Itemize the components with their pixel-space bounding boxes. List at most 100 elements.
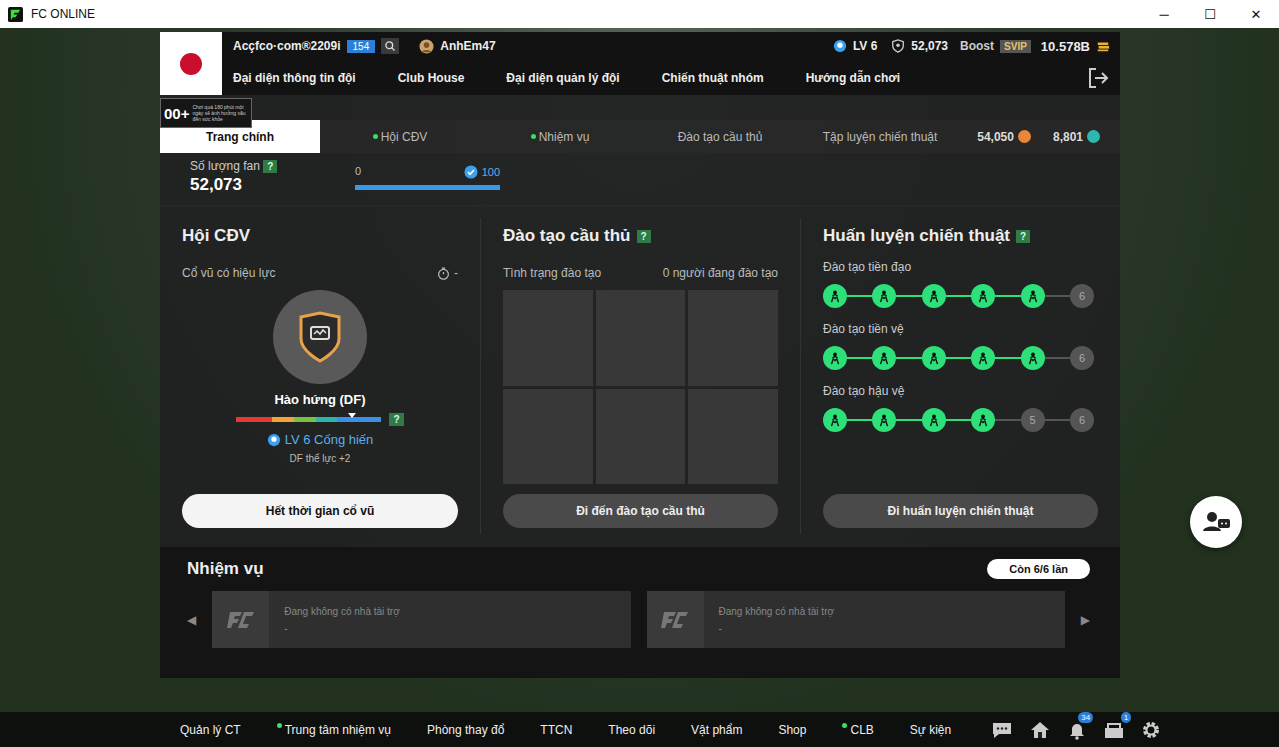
help-button[interactable]: ? [389, 413, 403, 426]
window-control-button[interactable]: ─ [1141, 7, 1187, 22]
tactic-track-label: Đào tạo tiền đạo [823, 260, 1098, 274]
training-status: 0 người đang đào tạo [663, 266, 778, 280]
training-slot[interactable] [596, 290, 686, 386]
chat-icon[interactable] [991, 720, 1013, 740]
bottom-nav: Quản lý CT Trung tâm nhiệm vụ Phòng thay đ… [0, 712, 1279, 747]
window-control-button[interactable]: ☐ [1187, 7, 1233, 22]
go-training-button[interactable]: Đi đến đào tạo cầu thủ [503, 494, 778, 528]
progress-track [355, 185, 500, 190]
inbox-icon [1103, 720, 1125, 740]
currency: 8,801 [1053, 130, 1100, 144]
training-slot[interactable] [596, 389, 686, 485]
club-panel: Acçfco·com®2209i 154 AnhEm47 LV 6 52,073… [160, 32, 1120, 678]
track-line [847, 419, 872, 421]
help-button[interactable]: ? [637, 230, 651, 243]
notifications-count: 34 [1078, 712, 1093, 723]
tactic-node-icon[interactable] [971, 346, 995, 370]
track-line [946, 419, 971, 421]
app-logo-icon [8, 7, 23, 22]
track-line [847, 295, 872, 297]
tab[interactable]: Nhiệm vụ [480, 120, 640, 153]
tactic-level-node[interactable]: 6 [1070, 284, 1094, 308]
progress-max: 100 [482, 166, 500, 178]
tab[interactable]: Hội CĐV [320, 120, 480, 153]
fan-count-value: 52,073 [190, 175, 355, 195]
header-menu-item[interactable]: Club House [398, 71, 465, 85]
tactic-node-icon[interactable] [1021, 284, 1045, 308]
prev-button[interactable]: ◀ [187, 613, 196, 627]
tactic-level-node[interactable]: 6 [1070, 408, 1094, 432]
tactic-node-icon[interactable] [823, 346, 847, 370]
bottom-nav-item[interactable]: Trung tâm nhiệm vụ [277, 723, 391, 737]
tactic-node-icon[interactable] [1021, 346, 1045, 370]
search-button[interactable] [381, 38, 399, 54]
gear-icon[interactable] [1141, 720, 1161, 740]
tactic-node-icon[interactable] [872, 408, 896, 432]
tactic-node-icon[interactable] [971, 284, 995, 308]
sponsor-card[interactable]: Đang không có nhà tài trợ - [212, 591, 630, 648]
bottom-nav-item[interactable]: TTCN [540, 723, 572, 737]
go-tactics-button[interactable]: Đi huấn luyện chiến thuật [823, 494, 1098, 528]
mail-button[interactable]: 1 [1103, 720, 1125, 740]
tab[interactable]: Đào tạo cầu thủ [640, 120, 800, 153]
title-bar: FC ONLINE ─☐✕ [0, 0, 1279, 28]
exit-icon[interactable] [1086, 66, 1110, 90]
cheer-badge-icon [273, 290, 367, 384]
training-slot[interactable] [688, 389, 778, 485]
tactic-node-icon[interactable] [922, 284, 946, 308]
column-title: Đào tạo cầu thủ ? [503, 226, 778, 246]
track-line [946, 295, 971, 297]
notifications-button[interactable]: 34 [1067, 720, 1087, 740]
tactic-level-node[interactable]: 6 [1070, 346, 1094, 370]
tactic-node-icon[interactable] [823, 284, 847, 308]
tactic-node-icon[interactable] [823, 408, 847, 432]
tactic-node-icon[interactable] [872, 346, 896, 370]
bottom-nav-item[interactable]: Quản lý CT [180, 723, 241, 737]
track-line [896, 357, 921, 359]
tactic-node-icon[interactable] [922, 408, 946, 432]
bottom-nav-item[interactable]: Vật phẩm [691, 723, 742, 737]
age-rating-badge: 00+ Chơi quá 180 phút một ngày sẽ ảnh hư… [160, 98, 252, 128]
tab[interactable]: Tập luyện chiến thuật [800, 120, 960, 153]
header-menu-item[interactable]: Đại diện thông tin đội [233, 71, 356, 85]
header-menu-item[interactable]: Đại diện quản lý đội [506, 71, 619, 85]
fan-level-icon [833, 39, 847, 53]
tactic-node-icon[interactable] [971, 408, 995, 432]
help-button[interactable]: ? [263, 160, 277, 173]
column-title: Hội CĐV [182, 226, 458, 246]
window-control-button[interactable]: ✕ [1233, 7, 1279, 22]
training-slot[interactable] [503, 290, 593, 386]
stadium-background: Acçfco·com®2209i 154 AnhEm47 LV 6 52,073… [0, 28, 1279, 747]
bottom-nav-item[interactable]: Shop [778, 723, 806, 737]
training-slot[interactable] [688, 290, 778, 386]
cheer-expired-button[interactable]: Hết thời gian cổ vũ [182, 494, 458, 528]
mood-meter [236, 417, 381, 422]
track-line [995, 295, 1020, 297]
tactic-node-icon[interactable] [922, 346, 946, 370]
tactic-level-node[interactable]: 5 [1021, 408, 1045, 432]
bottom-nav-item[interactable]: CLB [842, 723, 873, 737]
next-button[interactable]: ▶ [1081, 613, 1090, 627]
help-button[interactable]: ? [1016, 230, 1030, 243]
japan-flag-icon [160, 32, 222, 95]
tactic-track: Đào tạo tiền vệ 6 [823, 322, 1098, 370]
header: Acçfco·com®2209i 154 AnhEm47 LV 6 52,073… [160, 32, 1120, 95]
bottom-nav-item[interactable]: Sự kiện [910, 723, 951, 737]
tactic-node-icon[interactable] [872, 284, 896, 308]
new-dot [842, 723, 847, 728]
track-line [896, 419, 921, 421]
track-line [847, 357, 872, 359]
training-slot[interactable] [503, 389, 593, 485]
missions-section: Nhiệm vụ Còn 6/6 lần ◀ Đang không có nhà… [160, 547, 1120, 678]
bottom-nav-item[interactable]: Phòng thay đổ [427, 723, 504, 737]
progress-fill [355, 185, 500, 190]
sponsor-card[interactable]: Đang không có nhà tài trợ - [647, 591, 1065, 648]
chat-button[interactable] [1190, 496, 1242, 548]
bottom-nav-item[interactable]: Theo dõi [608, 723, 655, 737]
track-line [995, 357, 1020, 359]
home-icon[interactable] [1029, 720, 1051, 740]
rank-icon [267, 433, 281, 447]
header-menu-item[interactable]: Chiến thuật nhóm [662, 71, 764, 85]
cheer-effect: DF thể lực +2 [290, 453, 351, 464]
header-menu-item[interactable]: Hướng dẫn chơi [806, 71, 900, 85]
